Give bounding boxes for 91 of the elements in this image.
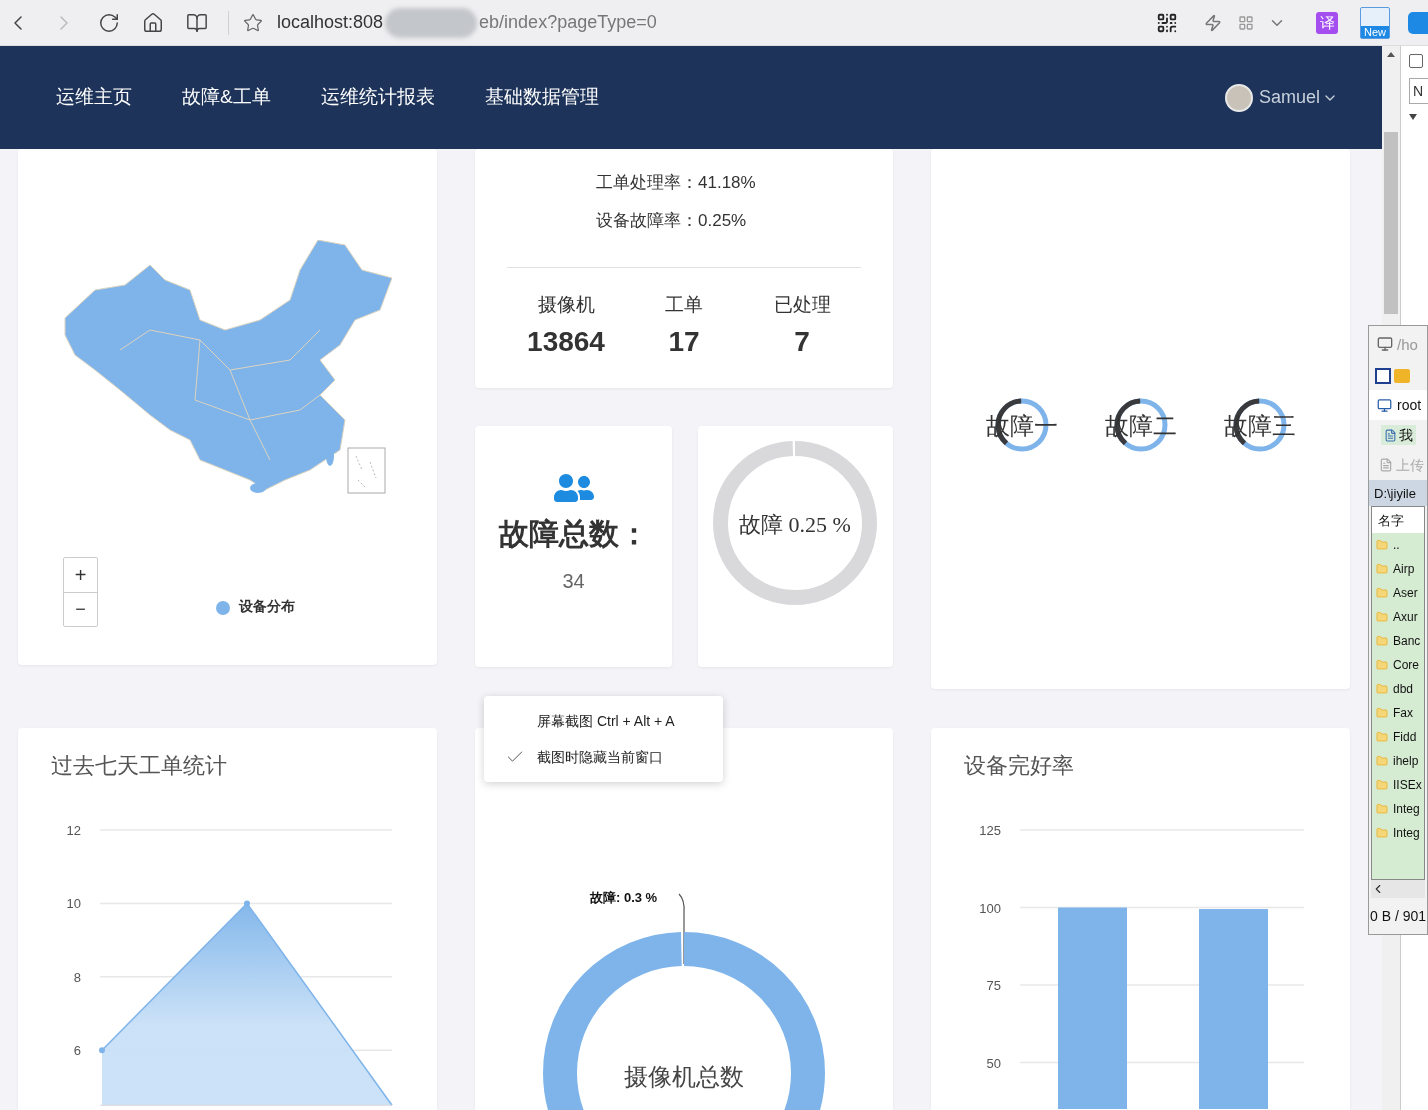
nav-link[interactable]: 运维主页: [56, 83, 132, 112]
fault-total-value: 34: [562, 569, 585, 594]
file-name[interactable]: ihelp: [1393, 755, 1419, 767]
stat-label: 摄像机: [537, 293, 595, 317]
leader-line: [678, 893, 685, 965]
axis-tick-label: 75: [986, 978, 1001, 993]
file-name[interactable]: Integ: [1393, 827, 1420, 839]
scrollbar-thumb[interactable]: [1384, 132, 1398, 314]
folder-icon: [1376, 755, 1388, 767]
stat-label: 已处理: [773, 293, 831, 317]
file-name[interactable]: dbd: [1393, 683, 1414, 695]
scroll-up-arrow-icon[interactable]: [1387, 52, 1395, 57]
data-point: [99, 1047, 105, 1054]
computer-icon: [1377, 397, 1392, 413]
file-name[interactable]: ..: [1393, 539, 1400, 551]
folder-icon: [1376, 803, 1388, 815]
menu-item[interactable]: 截图时隐藏当前窗口: [537, 746, 663, 768]
qr-code-icon[interactable]: [1156, 11, 1178, 34]
filter-field[interactable]: N: [1409, 78, 1428, 104]
document-icon: [1384, 428, 1397, 442]
zoom-out-button[interactable]: −: [64, 592, 97, 626]
file-name[interactable]: Airp: [1393, 563, 1415, 575]
file-name[interactable]: IISEx: [1393, 779, 1422, 791]
avatar[interactable]: [1224, 83, 1253, 112]
app-icon[interactable]: [1408, 11, 1428, 34]
nav-link[interactable]: 运维统计报表: [320, 83, 435, 112]
axis-tick-label: 100: [979, 900, 1001, 916]
folder-icon: [1376, 563, 1388, 575]
file-name[interactable]: Aser: [1393, 587, 1418, 599]
nav-link[interactable]: 故障&工单: [182, 83, 271, 112]
folder-icon: [1376, 827, 1388, 839]
axis-tick-label: 50: [986, 1055, 1001, 1071]
translate-button[interactable]: 译: [1316, 11, 1338, 34]
extension-button[interactable]: New: [1360, 6, 1390, 39]
data-point: [244, 900, 250, 907]
lightning-icon[interactable]: [1204, 13, 1222, 32]
chart-title: 过去七天工单统计: [51, 752, 228, 780]
rate-label: 工单处理率：: [596, 172, 698, 195]
rate-value: 41.18%: [698, 172, 756, 195]
legend-label[interactable]: 设备分布: [239, 596, 295, 617]
tree-toggle-icon[interactable]: [1409, 114, 1417, 120]
home-icon[interactable]: [142, 11, 164, 34]
donut-center-label: 摄像机总数: [624, 1063, 744, 1090]
stat-value: 13864: [527, 325, 605, 359]
axis-tick-label: 8: [73, 969, 81, 985]
stat-value: 7: [794, 325, 810, 359]
file-name[interactable]: Banc: [1393, 635, 1421, 647]
file-name[interactable]: Axur: [1393, 611, 1418, 623]
window-title: /ho: [1397, 336, 1418, 352]
server-icon: [1377, 336, 1393, 352]
folder-icon: [1376, 779, 1388, 791]
upload-icon: [1379, 458, 1393, 472]
column-header[interactable]: 名字: [1372, 507, 1424, 533]
fault-ratio-label: 故障 0.25 %: [739, 512, 851, 537]
folder-icon: [1376, 539, 1388, 551]
axis-tick-label: 10: [66, 896, 81, 912]
stat-label: 工单: [665, 293, 703, 317]
folder-icon: [1376, 731, 1388, 743]
file-name[interactable]: Core: [1393, 659, 1419, 671]
folder-icon: [1376, 659, 1388, 671]
fault-total-title: 故障总数：: [498, 516, 649, 552]
transfer-icon[interactable]: [1375, 368, 1391, 384]
nav-link[interactable]: 基础数据管理: [484, 83, 599, 112]
file-name[interactable]: Fax: [1393, 707, 1413, 719]
rate-value: 0.25%: [698, 210, 747, 233]
user-name[interactable]: Samuel: [1258, 84, 1320, 111]
folder-icon: [1376, 587, 1388, 599]
stat-value: 17: [668, 325, 700, 359]
reload-icon[interactable]: [98, 11, 120, 34]
file-name[interactable]: Integ: [1393, 803, 1420, 815]
chart-title: 设备完好率: [964, 752, 1075, 780]
rate-label: 设备故障率：: [596, 210, 698, 233]
folder-icon: [1376, 707, 1388, 719]
slice-label: 故障: 0.3 %: [590, 890, 658, 905]
axis-tick-label: 6: [73, 1043, 81, 1059]
url-text[interactable]: eb/index?pageType=0: [479, 9, 657, 36]
status-text: 0 B / 901: [1369, 907, 1427, 926]
axis-tick-label: 125: [979, 823, 1001, 838]
file-name[interactable]: Fidd: [1393, 731, 1417, 743]
reader-icon[interactable]: [186, 11, 208, 34]
axis-tick-label: 12: [66, 823, 81, 838]
inspect-icon[interactable]: [1409, 54, 1423, 68]
bookmark-star-icon[interactable]: [243, 12, 263, 33]
path-bar: D:\jiyile: [1369, 480, 1427, 506]
session-tab[interactable]: 我: [1381, 425, 1416, 445]
folder-icon: [1376, 683, 1388, 695]
menu-item[interactable]: 屏幕截图 Ctrl + Alt + A: [537, 710, 675, 732]
zoom-in-button[interactable]: +: [64, 558, 97, 593]
folder-icon: [1376, 635, 1388, 647]
folder-icon: [1376, 611, 1388, 623]
url-text[interactable]: localhost:808: [277, 9, 384, 36]
